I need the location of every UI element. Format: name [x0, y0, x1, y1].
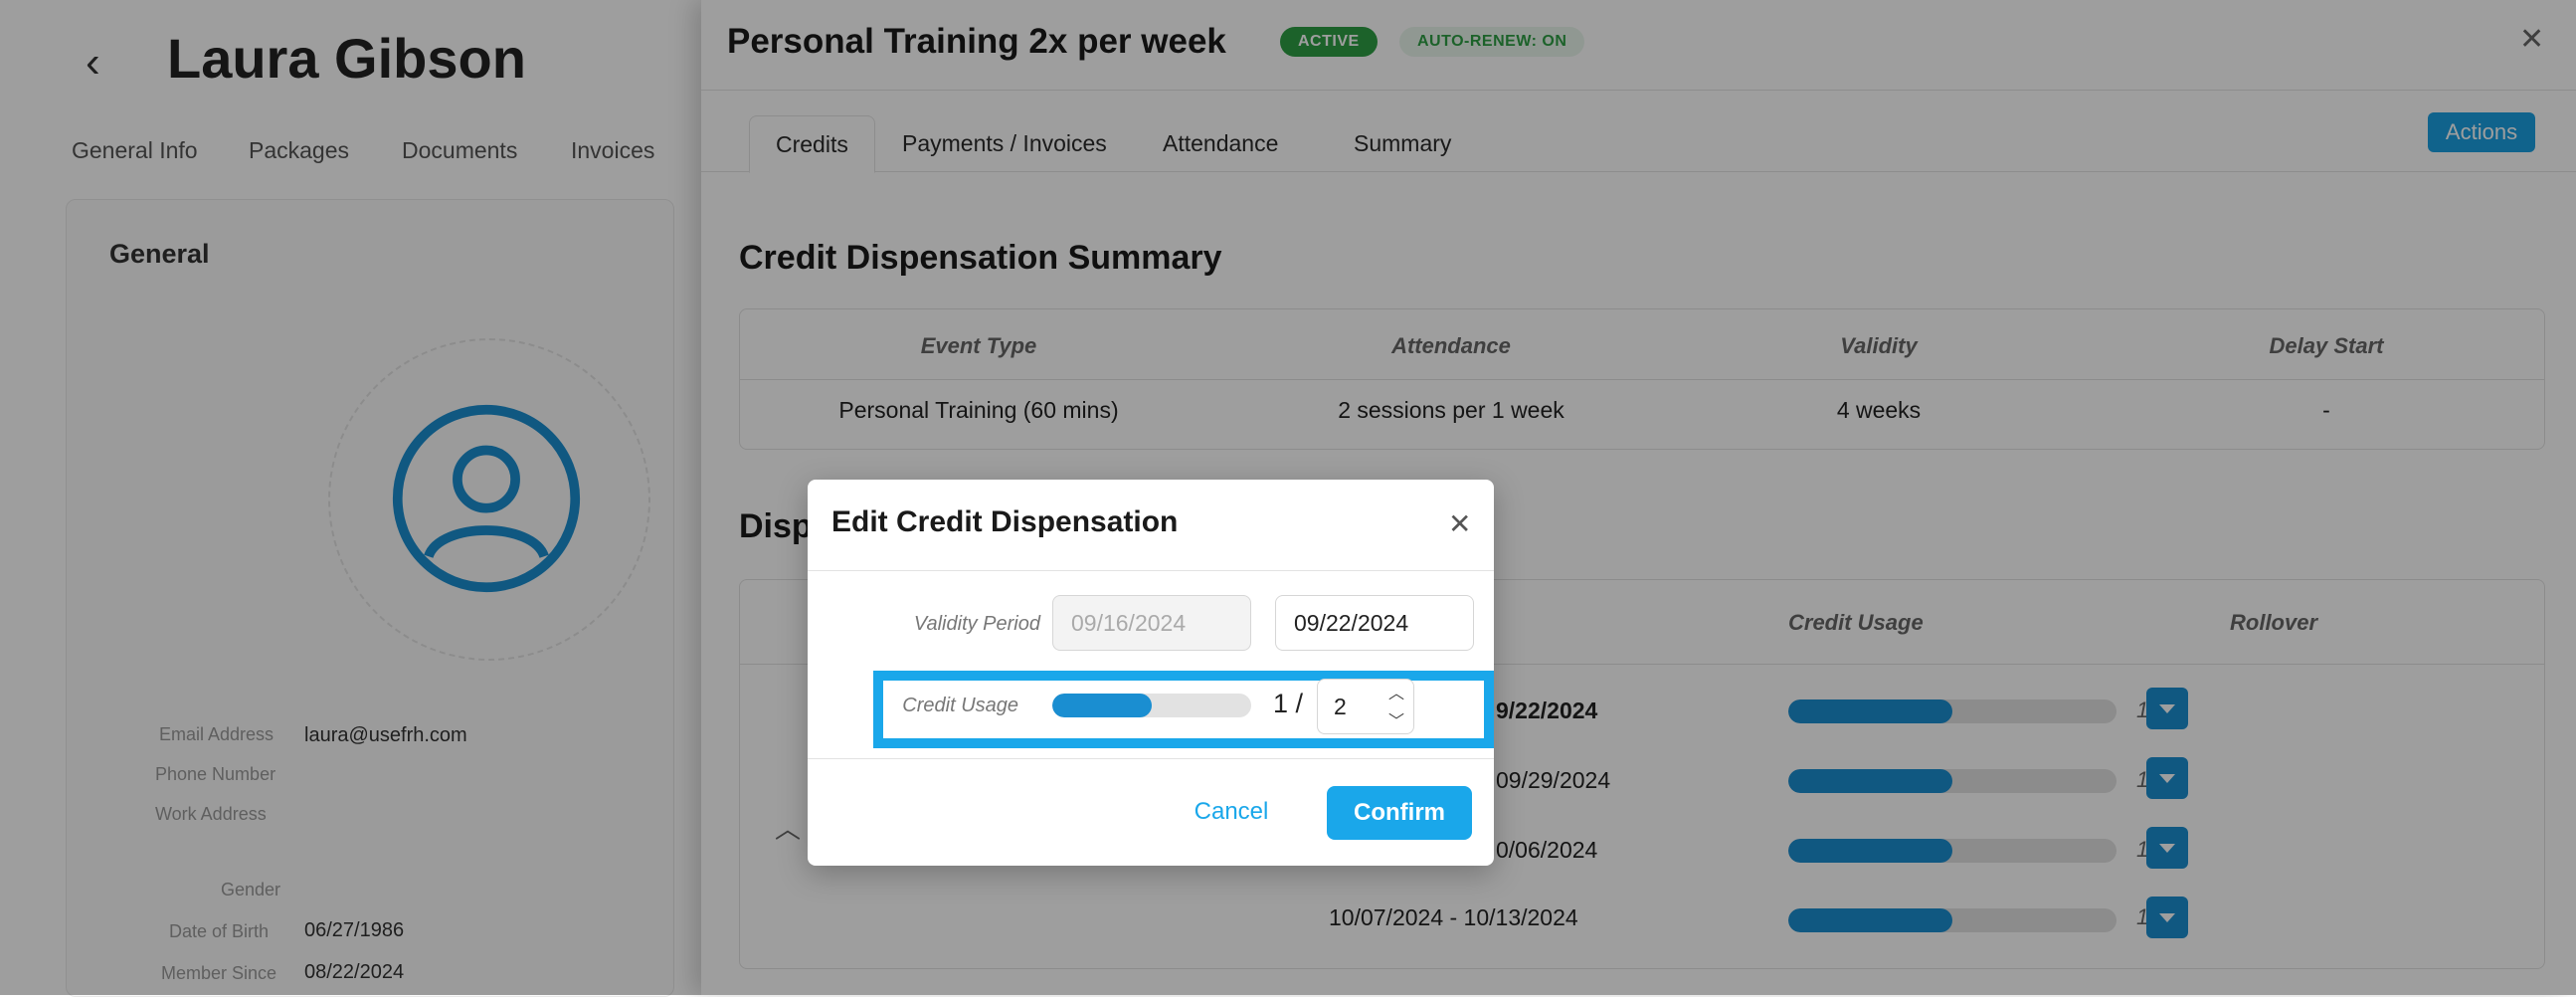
- chevron-down-icon[interactable]: ﹀: [1380, 707, 1413, 734]
- validity-start-field: [1052, 595, 1251, 651]
- edit-credit-dispensation-modal: Edit Credit Dispensation ✕ Validity Peri…: [808, 480, 1494, 866]
- credit-usage-fill: [1052, 694, 1152, 717]
- modal-header-divider: [808, 570, 1494, 571]
- modal-title: Edit Credit Dispensation: [831, 505, 1179, 538]
- confirm-button[interactable]: Confirm: [1327, 786, 1472, 840]
- modal-footer-divider: [808, 758, 1494, 759]
- validity-period-label: Validity Period: [913, 613, 1040, 635]
- cancel-button[interactable]: Cancel: [1184, 786, 1279, 838]
- credit-usage-bar: [1052, 694, 1251, 717]
- credit-usage-label: Credit Usage: [902, 695, 1018, 716]
- chevron-up-icon[interactable]: ︿: [1380, 680, 1413, 706]
- credit-total-stepper[interactable]: 2 ︿ ﹀: [1317, 679, 1414, 734]
- credit-used-text: 1 /: [1273, 689, 1304, 718]
- credit-total-value[interactable]: 2: [1334, 694, 1347, 720]
- validity-end-field[interactable]: [1275, 595, 1474, 651]
- modal-close-icon[interactable]: ✕: [1448, 507, 1471, 540]
